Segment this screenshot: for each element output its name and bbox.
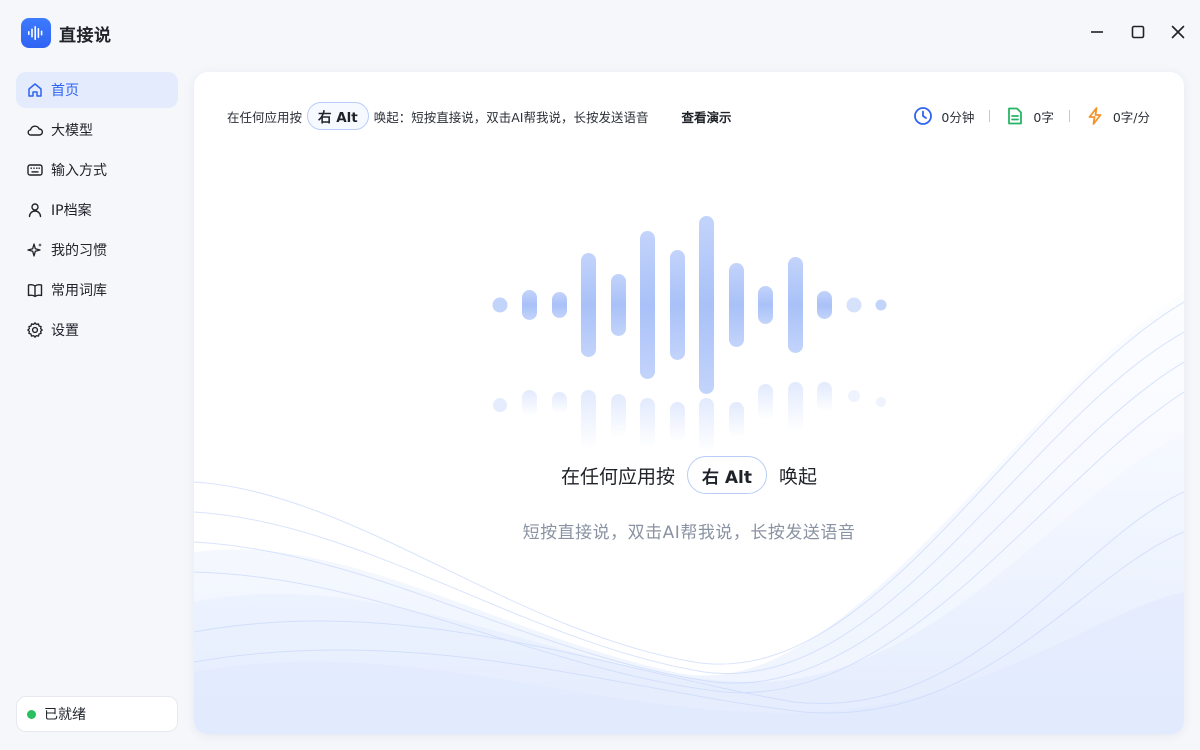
hero-subtitle: 短按直接说，双击AI帮我说，长按发送语音 <box>522 523 856 543</box>
status-label: 已就绪 <box>44 707 86 723</box>
maximize-button[interactable] <box>1127 21 1149 43</box>
hero-instruction: 在任何应用按 右 Alt 唤起 <box>194 456 1184 494</box>
sparkle-icon <box>26 241 44 259</box>
status-indicator: 已就绪 <box>16 696 178 732</box>
book-icon <box>26 281 44 299</box>
keyboard-icon <box>26 161 44 179</box>
user-icon <box>26 201 44 219</box>
sidebar-item-label: 我的习惯 <box>51 243 107 259</box>
sidebar-item-vocabulary[interactable]: 常用词库 <box>16 272 178 308</box>
sidebar-item-label: 首页 <box>51 83 79 99</box>
sidebar: 首页 大模型 输入方式 IP档案 我的习惯 常用词库 设置 <box>16 72 178 352</box>
sidebar-item-habits[interactable]: 我的习惯 <box>16 232 178 268</box>
sidebar-item-label: 输入方式 <box>51 163 107 179</box>
title-bar: 直接说 <box>0 0 1200 66</box>
sidebar-item-label: 常用词库 <box>51 283 107 299</box>
sidebar-item-label: IP档案 <box>51 203 92 219</box>
close-button[interactable] <box>1167 21 1189 43</box>
sidebar-item-ip-profile[interactable]: IP档案 <box>16 192 178 228</box>
minimize-icon <box>1091 31 1103 33</box>
main-panel: 在任何应用按 右 Alt 唤起：短按直接说，双击AI帮我说，长按发送语音 查看演… <box>194 72 1184 734</box>
hero-hotkey-chip: 右 Alt <box>686 456 768 494</box>
sidebar-item-home[interactable]: 首页 <box>16 72 178 108</box>
hero-prefix: 在任何应用按 <box>560 465 675 488</box>
cloud-icon <box>26 121 44 139</box>
voice-waveform-graphic <box>492 216 887 452</box>
maximize-icon <box>1131 25 1145 39</box>
app-title: 直接说 <box>59 26 112 46</box>
sidebar-item-settings[interactable]: 设置 <box>16 312 178 348</box>
home-icon <box>26 81 44 99</box>
close-icon <box>1171 25 1185 39</box>
sidebar-item-label: 大模型 <box>51 123 93 139</box>
minimize-button[interactable] <box>1086 21 1108 43</box>
sidebar-item-input-method[interactable]: 输入方式 <box>16 152 178 188</box>
app-logo-icon <box>21 18 51 48</box>
sidebar-item-label: 设置 <box>51 323 79 339</box>
gear-icon <box>26 321 44 339</box>
sidebar-item-models[interactable]: 大模型 <box>16 112 178 148</box>
hero-suffix: 唤起 <box>779 465 818 488</box>
status-dot <box>27 709 36 719</box>
